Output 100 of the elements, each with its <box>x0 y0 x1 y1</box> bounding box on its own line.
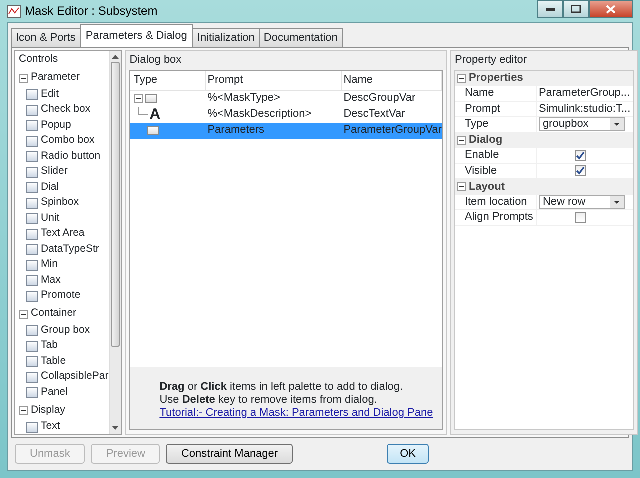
control-icon <box>26 104 38 116</box>
maximize-button[interactable] <box>563 0 589 18</box>
palette-item[interactable]: Combo box <box>41 133 95 149</box>
palette-item[interactable]: Slider <box>41 164 68 180</box>
control-icon <box>26 120 38 131</box>
palette-item[interactable]: DataTypeStr <box>41 242 100 258</box>
collapse-icon[interactable] <box>134 94 143 103</box>
control-icon <box>26 325 38 336</box>
name-cell-text: DescGroupVar <box>342 91 417 106</box>
palette-item[interactable]: Text <box>41 419 60 434</box>
control-icon <box>26 290 38 302</box>
folder-icon <box>144 94 157 103</box>
column-header[interactable]: Name <box>342 70 442 90</box>
palette-item[interactable]: Dial <box>41 180 60 196</box>
checkbox[interactable] <box>574 165 586 176</box>
palette-item[interactable]: Spinbox <box>41 195 79 211</box>
panel-title: Dialog box <box>126 51 446 70</box>
tab[interactable]: Documentation <box>258 28 343 47</box>
control-icon <box>26 340 38 352</box>
app-icon <box>7 4 21 18</box>
palette-item[interactable]: Promote <box>41 288 81 304</box>
minimize-button[interactable] <box>537 0 563 18</box>
property-value[interactable]: ParameterGroup... <box>538 85 630 102</box>
prompt-cell-text: %<MaskDescription> <box>206 107 313 122</box>
button[interactable]: OK <box>387 444 429 464</box>
tab[interactable]: Initialization <box>192 28 260 47</box>
scroll-down-icon[interactable] <box>112 425 119 431</box>
instruction-text: Drag or Click items in left palette to add to dialog. <box>160 381 404 394</box>
control-icon <box>26 228 38 240</box>
folder-icon <box>146 126 159 135</box>
control-icon <box>26 387 38 398</box>
group-label[interactable]: Container <box>31 306 77 322</box>
control-icon <box>26 422 38 432</box>
control-icon <box>26 213 38 224</box>
property-value[interactable]: Simulink:studio:T... <box>538 100 631 117</box>
scroll-up-icon[interactable] <box>112 54 119 60</box>
collapse-icon[interactable] <box>456 136 466 145</box>
instruction-text: Use Delete key to remove items from dialog. <box>160 394 378 407</box>
tab[interactable]: Parameters & Dialog <box>80 24 194 47</box>
control-icon <box>26 198 38 208</box>
prompt-cell-text: Parameters <box>206 123 266 138</box>
property-label: Name <box>454 86 537 100</box>
control-icon <box>26 356 38 367</box>
palette-item[interactable]: Group box <box>41 322 90 338</box>
palette-item[interactable]: Table <box>41 354 66 370</box>
table-row[interactable]: A %<MaskDescription> DescTextVar <box>130 106 442 122</box>
control-icon <box>26 136 38 146</box>
control-icon <box>26 275 38 286</box>
collapse-icon[interactable] <box>19 74 28 83</box>
minimize-icon <box>546 8 554 10</box>
palette-item[interactable]: Unit <box>41 210 60 226</box>
maximize-icon <box>571 5 581 13</box>
control-icon <box>26 151 38 162</box>
table-row[interactable]: %<MaskType> DescGroupVar <box>130 90 442 106</box>
palette-item[interactable]: Max <box>41 272 61 288</box>
close-icon <box>606 4 616 14</box>
dropdown[interactable]: groupbox <box>538 117 625 132</box>
group-label[interactable]: Display <box>31 402 66 419</box>
scrollbar[interactable] <box>108 51 121 434</box>
collapse-icon[interactable] <box>456 74 466 83</box>
palette-item[interactable]: Popup <box>41 118 72 134</box>
collapse-icon[interactable] <box>456 182 466 192</box>
control-icon <box>26 166 38 178</box>
prompt-cell-text: %<MaskType> <box>206 91 282 106</box>
checkbox[interactable] <box>574 150 586 161</box>
group-label[interactable]: Parameter <box>31 70 80 86</box>
tutorial-link[interactable]: Tutorial:- Creating a Mask: Parameters and Dialog Pane <box>160 407 434 419</box>
property-label: Prompt <box>454 102 537 116</box>
palette-item[interactable]: Radio button <box>41 148 101 164</box>
tab[interactable]: Icon & Ports <box>11 28 81 47</box>
palette-item[interactable]: Edit <box>41 86 60 102</box>
dropdown[interactable]: New row <box>538 194 625 209</box>
checkbox[interactable] <box>574 212 586 223</box>
control-icon <box>26 372 38 382</box>
palette-item[interactable]: Tab <box>41 338 58 354</box>
property-label: Item location <box>454 194 537 209</box>
name-cell-text: ParameterGroupVar <box>342 123 442 138</box>
text-type-icon: A <box>150 107 161 122</box>
name-cell-text: DescTextVar <box>342 107 406 122</box>
palette-item[interactable]: Panel <box>41 384 68 400</box>
palette-item[interactable]: CollapsiblePar <box>41 369 109 385</box>
control-icon <box>26 260 38 270</box>
palette-item[interactable]: Check box <box>41 102 91 118</box>
property-label: Align Prompts <box>454 210 537 224</box>
palette-item[interactable]: Min <box>41 257 58 273</box>
collapse-icon[interactable] <box>19 406 28 416</box>
column-header[interactable]: Prompt <box>206 70 342 90</box>
control-icon <box>26 89 38 100</box>
close-button[interactable] <box>589 0 633 18</box>
table-row[interactable]: Parameters ParameterGroupVar <box>130 122 442 138</box>
column-header[interactable]: Type <box>130 70 206 90</box>
property-label: Visible <box>454 164 537 178</box>
palette-title: Controls <box>19 52 60 67</box>
window-title: Mask Editor : Subsystem <box>25 3 158 20</box>
button[interactable]: Constraint Manager <box>166 444 294 464</box>
collapse-icon[interactable] <box>19 310 28 319</box>
property-label: Enable <box>454 148 537 162</box>
palette-item[interactable]: Text Area <box>41 226 85 242</box>
property-label: Type <box>454 117 537 132</box>
control-icon <box>26 182 38 193</box>
